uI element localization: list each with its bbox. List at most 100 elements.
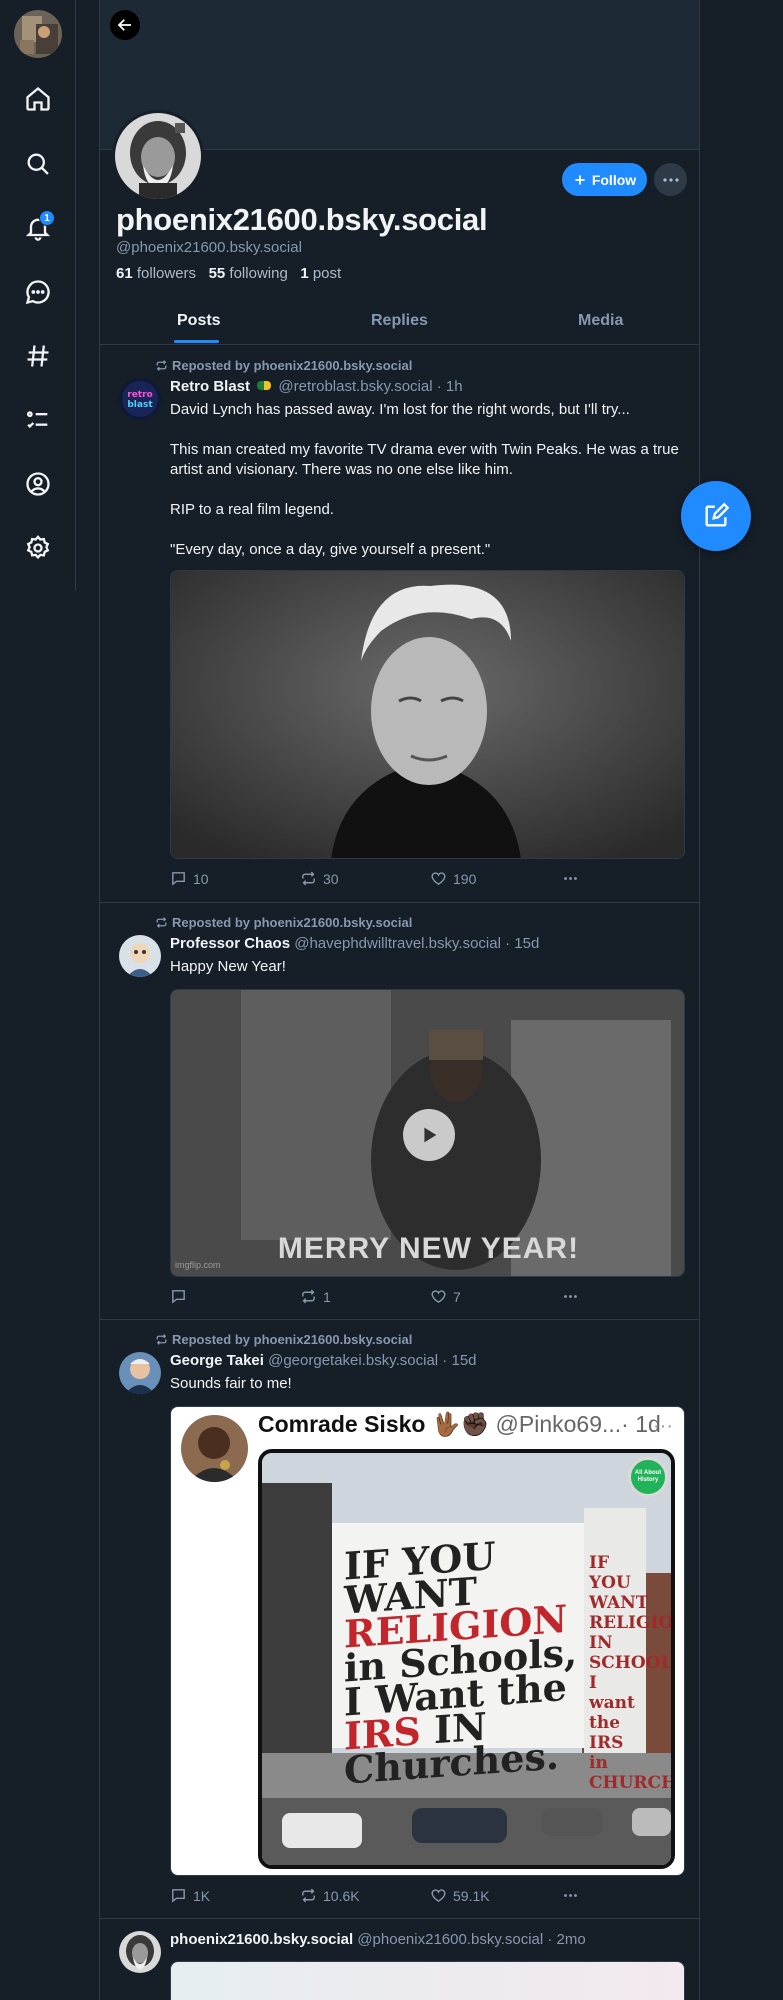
post-avatar[interactable] bbox=[119, 1931, 161, 1973]
play-icon bbox=[424, 1127, 437, 1143]
side-line-5: IRS in bbox=[589, 1733, 624, 1773]
like-button[interactable]: 7 bbox=[430, 1288, 461, 1305]
video-caption: MERRY NEW YEAR! bbox=[277, 1232, 580, 1265]
post-header: Professor Chaos @havephdwilltravel.bsky.… bbox=[170, 935, 539, 952]
author-handle-time[interactable]: @phoenix21600.bsky.social · 2mo bbox=[357, 1931, 585, 1948]
profile-stats: 61 followers 55 following 1 post bbox=[116, 265, 341, 282]
reply-count: 10 bbox=[193, 870, 209, 887]
bell-icon[interactable]: 1 bbox=[18, 208, 58, 248]
user-avatar[interactable] bbox=[14, 10, 62, 58]
home-icon[interactable] bbox=[18, 79, 58, 119]
repost-button[interactable]: 30 bbox=[300, 870, 339, 887]
compose-button[interactable] bbox=[681, 481, 751, 551]
side-line-3: IN SCHOOLS, bbox=[589, 1633, 671, 1673]
posts-count: 1 bbox=[300, 265, 309, 282]
reply-icon bbox=[172, 1889, 185, 1903]
post-avatar[interactable]: retro blast bbox=[119, 378, 161, 420]
repost-icon bbox=[156, 1334, 167, 1345]
post-header: George Takei @georgetakei.bsky.social · … bbox=[170, 1352, 477, 1369]
embed-avatar bbox=[181, 1415, 248, 1482]
post-actions: 1 7 bbox=[170, 1288, 685, 1308]
repost-indicator: Reposted by phoenix21600.bsky.social bbox=[155, 915, 412, 930]
post-text: David Lynch has passed away. I'm lost fo… bbox=[170, 401, 679, 558]
search-icon[interactable] bbox=[18, 144, 58, 184]
tab-replies[interactable]: Replies bbox=[371, 312, 428, 330]
embedded-screenshot[interactable]: Comrade Sisko 🖖🏾✊🏿 @Pinko69...· 1d ··· I… bbox=[170, 1406, 685, 1876]
reply-icon bbox=[172, 1290, 185, 1304]
hashtag-icon[interactable] bbox=[18, 336, 58, 376]
side-line-6: CHURCHES bbox=[589, 1773, 671, 1793]
repost-label: Reposted by phoenix21600.bsky.social bbox=[172, 358, 413, 373]
post-image[interactable] bbox=[170, 1961, 685, 2000]
list-icon[interactable] bbox=[18, 400, 58, 440]
follow-label: Follow bbox=[591, 171, 637, 188]
repost-indicator: Reposted by phoenix21600.bsky.social bbox=[155, 358, 412, 373]
author-handle-time[interactable]: @retroblast.bsky.social · 1h bbox=[278, 378, 462, 395]
post-more-button[interactable] bbox=[562, 1288, 579, 1305]
post-more-button[interactable] bbox=[562, 1887, 579, 1904]
like-count: 190 bbox=[453, 870, 477, 887]
settings-icon[interactable] bbox=[18, 528, 58, 568]
video-watermark: imgflip.com bbox=[175, 1260, 221, 1270]
post[interactable]: phoenix21600.bsky.social @phoenix21600.b… bbox=[100, 1919, 699, 2000]
tab-media[interactable]: Media bbox=[578, 312, 623, 330]
profile-display-name: phoenix21600.bsky.social bbox=[116, 202, 488, 237]
compose-icon bbox=[705, 502, 730, 527]
post-avatar[interactable] bbox=[119, 935, 161, 977]
like-button[interactable]: 190 bbox=[430, 870, 476, 887]
reply-button[interactable]: 10 bbox=[170, 870, 209, 887]
post-header: Retro Blast @retroblast.bsky.social · 1h bbox=[170, 378, 463, 395]
post-header: phoenix21600.bsky.social @phoenix21600.b… bbox=[170, 1931, 586, 1948]
avatar-logo-top: retro bbox=[127, 390, 152, 400]
plus-icon bbox=[575, 174, 585, 185]
play-button[interactable] bbox=[403, 1109, 455, 1161]
author-name[interactable]: George Takei bbox=[170, 1352, 264, 1369]
author-name[interactable]: Retro Blast bbox=[170, 378, 250, 395]
author-handle-time[interactable]: @havephdwilltravel.bsky.social · 15d bbox=[294, 935, 539, 952]
side-line-1: IF YOU WANT bbox=[589, 1553, 649, 1613]
ellipsis-icon bbox=[564, 1894, 577, 1897]
chat-icon[interactable] bbox=[18, 272, 58, 312]
followers-link[interactable]: 61 followers bbox=[116, 265, 196, 282]
repost-icon bbox=[302, 1888, 315, 1903]
heart-icon bbox=[431, 1889, 446, 1903]
side-line-2: RELIGION bbox=[589, 1613, 671, 1633]
repost-icon bbox=[156, 360, 167, 371]
post-avatar[interactable] bbox=[119, 1352, 161, 1394]
post-image[interactable] bbox=[170, 570, 685, 859]
tab-posts[interactable]: Posts bbox=[177, 312, 221, 330]
profile-avatar[interactable] bbox=[112, 110, 204, 202]
reply-button[interactable] bbox=[170, 1288, 193, 1305]
profile-icon[interactable] bbox=[18, 464, 58, 504]
embed-header: Comrade Sisko 🖖🏾✊🏿 @Pinko69...· 1d bbox=[258, 1411, 661, 1438]
followers-count: 61 bbox=[116, 265, 133, 282]
profile-more-button[interactable] bbox=[654, 163, 687, 196]
reply-button[interactable]: 1K bbox=[170, 1887, 210, 1904]
active-tab-indicator bbox=[174, 340, 219, 343]
following-label: following bbox=[229, 265, 288, 282]
post[interactable]: Reposted by phoenix21600.bsky.social ret… bbox=[100, 346, 699, 903]
post[interactable]: Reposted by phoenix21600.bsky.social Pro… bbox=[100, 903, 699, 1320]
post-video[interactable]: MERRY NEW YEAR! imgflip.com bbox=[170, 989, 685, 1277]
repost-button[interactable]: 1 bbox=[300, 1288, 331, 1305]
post[interactable]: Reposted by phoenix21600.bsky.social Geo… bbox=[100, 1320, 699, 1919]
like-button[interactable]: 59.1K bbox=[430, 1887, 490, 1904]
follow-button[interactable]: Follow bbox=[562, 163, 647, 196]
like-count: 7 bbox=[453, 1288, 461, 1305]
post-actions: 10 30 190 bbox=[170, 870, 685, 890]
reply-count: 1K bbox=[193, 1887, 211, 1904]
reply-icon bbox=[172, 872, 185, 886]
notification-badge: 1 bbox=[39, 210, 55, 226]
repost-label: Reposted by phoenix21600.bsky.social bbox=[172, 915, 413, 930]
embed-author-handle: @Pinko69... bbox=[495, 1411, 622, 1437]
repost-button[interactable]: 10.6K bbox=[300, 1887, 360, 1904]
following-link[interactable]: 55 following bbox=[209, 265, 288, 282]
post-more-button[interactable] bbox=[562, 870, 579, 887]
embed-ellipsis-icon: ··· bbox=[653, 1415, 673, 1437]
side-line-4: I want the bbox=[589, 1673, 635, 1733]
author-name[interactable]: phoenix21600.bsky.social bbox=[170, 1931, 353, 1948]
repost-count: 30 bbox=[323, 870, 339, 887]
author-handle-time[interactable]: @georgetakei.bsky.social · 15d bbox=[268, 1352, 476, 1369]
back-button[interactable] bbox=[110, 10, 140, 40]
author-name[interactable]: Professor Chaos bbox=[170, 935, 290, 952]
